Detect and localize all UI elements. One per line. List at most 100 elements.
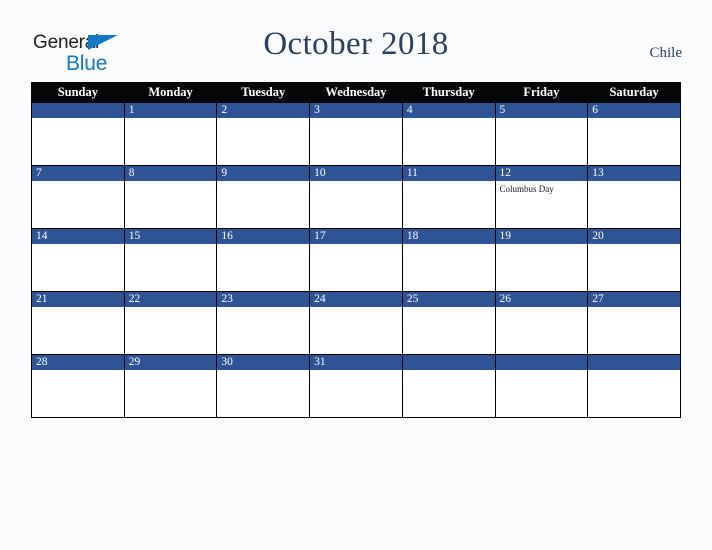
day-number: 9 [217,166,310,181]
day-events [402,181,495,228]
calendar-empty-cell [401,354,496,418]
day-number: 17 [310,229,402,244]
day-events [402,370,495,417]
day-number: 23 [217,292,310,307]
calendar-day-cell[interactable]: 7 [31,165,125,229]
calendar-day-cell[interactable]: 31 [309,354,403,418]
calendar-day-cell[interactable]: 30 [216,354,311,418]
day-number: 3 [310,103,402,118]
calendar-day-cell[interactable]: 10 [309,165,403,229]
day-events [495,370,588,417]
calendar-empty-cell [494,354,589,418]
calendar-table: Sunday Monday Tuesday Wednesday Thursday… [31,82,681,418]
day-number: 6 [588,103,680,118]
calendar-day-cell[interactable]: 6 [587,102,681,166]
day-number: 26 [495,292,588,307]
day-number: 16 [217,229,310,244]
day-events [32,181,124,228]
day-events [588,181,680,228]
calendar-empty-cell [31,102,125,166]
day-events [310,244,402,291]
calendar-day-cell[interactable]: 16 [216,228,311,292]
day-number: 15 [124,229,217,244]
day-number: 13 [588,166,680,181]
day-number: 12 [495,166,588,181]
calendar-day-cell[interactable]: 28 [31,354,125,418]
day-number: 10 [310,166,402,181]
calendar-day-cell[interactable]: 27 [587,291,681,355]
calendar-day-cell[interactable]: 4 [401,102,496,166]
calendar-day-cell[interactable]: 3 [309,102,403,166]
holiday-label: Columbus Day [499,184,554,194]
day-number: 5 [495,103,588,118]
day-events [32,307,124,354]
calendar-day-cell[interactable]: 1 [123,102,218,166]
day-number: 19 [495,229,588,244]
calendar-week-row: 21 22 23 24 25 26 27 [31,291,681,355]
calendar-day-cell[interactable]: 15 [123,228,218,292]
weekday-header-saturday: Saturday [587,82,681,103]
day-events [495,244,588,291]
day-events [32,370,124,417]
weekday-header-row: Sunday Monday Tuesday Wednesday Thursday… [31,82,681,103]
calendar-day-cell[interactable]: 19 [494,228,589,292]
day-number: 29 [124,355,217,370]
calendar-day-cell[interactable]: 29 [123,354,218,418]
calendar-day-cell[interactable]: 18 [401,228,496,292]
calendar-day-cell[interactable]: 14 [31,228,125,292]
day-number: 14 [32,229,124,244]
day-events [124,244,217,291]
weekday-header-friday: Friday [494,82,589,103]
day-events [217,370,310,417]
day-number: 1 [124,103,217,118]
day-events [402,244,495,291]
day-events [588,118,680,165]
day-number: 7 [32,166,124,181]
day-events [217,181,310,228]
day-number: 11 [402,166,495,181]
weekday-header-tuesday: Tuesday [216,82,311,103]
calendar-day-cell[interactable]: 24 [309,291,403,355]
calendar-day-cell[interactable]: 13 [587,165,681,229]
calendar-day-cell[interactable]: 21 [31,291,125,355]
day-number [402,355,495,370]
calendar-page: General Blue October 2018 Chile Sunday M… [0,0,712,550]
calendar-day-cell[interactable]: 25 [401,291,496,355]
weekday-header-monday: Monday [123,82,218,103]
day-number: 25 [402,292,495,307]
day-number: 22 [124,292,217,307]
day-events [310,370,402,417]
day-events [124,181,217,228]
calendar-day-cell[interactable]: 5 [494,102,589,166]
calendar-day-cell[interactable]: 22 [123,291,218,355]
day-events [310,118,402,165]
calendar-day-cell[interactable]: 12 Columbus Day [494,165,589,229]
calendar-day-cell[interactable]: 26 [494,291,589,355]
day-events [588,244,680,291]
day-events [495,307,588,354]
day-events: Columbus Day [495,181,588,228]
calendar-day-cell[interactable]: 20 [587,228,681,292]
calendar-week-row: 123456 [31,102,681,166]
weekday-header-wednesday: Wednesday [309,82,403,103]
day-events [32,244,124,291]
calendar-day-cell[interactable]: 11 [401,165,496,229]
calendar-day-cell[interactable]: 17 [309,228,403,292]
calendar-day-cell[interactable]: 9 [216,165,311,229]
day-number: 30 [217,355,310,370]
page-title: October 2018 [263,26,449,62]
calendar-day-cell[interactable]: 2 [216,102,311,166]
country-label: Chile [649,45,683,61]
day-events [217,244,310,291]
day-number: 27 [588,292,680,307]
weekday-header-thursday: Thursday [401,82,496,103]
day-number: 2 [217,103,310,118]
day-number: 8 [124,166,217,181]
day-number [32,103,124,118]
day-number: 28 [32,355,124,370]
day-number: 18 [402,229,495,244]
calendar-day-cell[interactable]: 23 [216,291,311,355]
calendar-empty-cell [587,354,681,418]
day-events [217,307,310,354]
calendar-day-cell[interactable]: 8 [123,165,218,229]
